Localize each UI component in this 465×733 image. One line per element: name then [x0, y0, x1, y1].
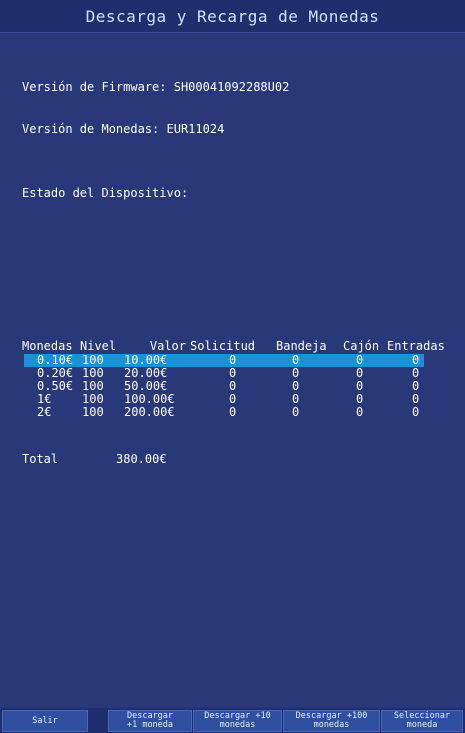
cell-cajon: 0 — [356, 405, 364, 419]
header-cajon: Cajón — [343, 339, 380, 353]
cell-valor: 200.00€ — [124, 405, 175, 419]
descargar-100-label-line2: monedas — [313, 720, 350, 730]
total-row: Total 380.00€ — [22, 452, 167, 494]
descargar-100-button[interactable]: Descargar +100 monedas — [283, 710, 380, 732]
header-monedas: Monedas — [22, 339, 73, 353]
header-valor: Valor — [149, 339, 186, 353]
header-solicitud: Solicitud — [190, 339, 256, 353]
version-info: Versión de Firmware: SH00041092288U02 Ve… — [22, 52, 289, 150]
coins-version: Versión de Monedas: EUR11024 — [22, 122, 225, 136]
window-title: Descarga y Recarga de Monedas — [0, 0, 465, 33]
coins-table: Monedas Nivel Valor Solicitud Bandeja Ca… — [22, 340, 452, 419]
salir-button[interactable]: Salir — [2, 710, 88, 732]
descargar-1-button[interactable]: Descargar +1 moneda — [108, 710, 192, 732]
cell-solicitud: 0 — [229, 405, 237, 419]
descargar-1-label-line2: +1 moneda — [126, 720, 174, 730]
cell-nivel: 100 — [82, 405, 104, 419]
header-nivel: Nivel — [80, 339, 117, 353]
salir-label: Salir — [32, 715, 58, 726]
cell-moneda: 2€ — [37, 405, 52, 419]
table-row[interactable]: 2€ 100 200.00€ 0 0 0 0 — [22, 406, 452, 419]
firmware-version: Versión de Firmware: SH00041092288U02 — [22, 80, 290, 94]
descargar-10-button[interactable]: Descargar +10 monedas — [193, 710, 282, 732]
device-status-label: Estado del Dispositivo: — [22, 186, 189, 200]
seleccionar-label-line2: moneda — [406, 720, 438, 730]
cell-entradas: 0 — [412, 405, 420, 419]
seleccionar-moneda-button[interactable]: Seleccionar moneda — [381, 710, 463, 732]
cell-bandeja: 0 — [292, 405, 300, 419]
table-header: Monedas Nivel Valor Solicitud Bandeja Ca… — [22, 340, 452, 354]
total-value: 380.00€ — [116, 452, 167, 466]
header-bandeja: Bandeja — [276, 339, 327, 353]
total-label: Total — [22, 452, 59, 466]
footer-toolbar: Salir Descargar +1 moneda Descargar +10 … — [0, 708, 465, 733]
descargar-10-label-line2: monedas — [219, 720, 256, 730]
header-entradas: Entradas — [387, 339, 445, 353]
